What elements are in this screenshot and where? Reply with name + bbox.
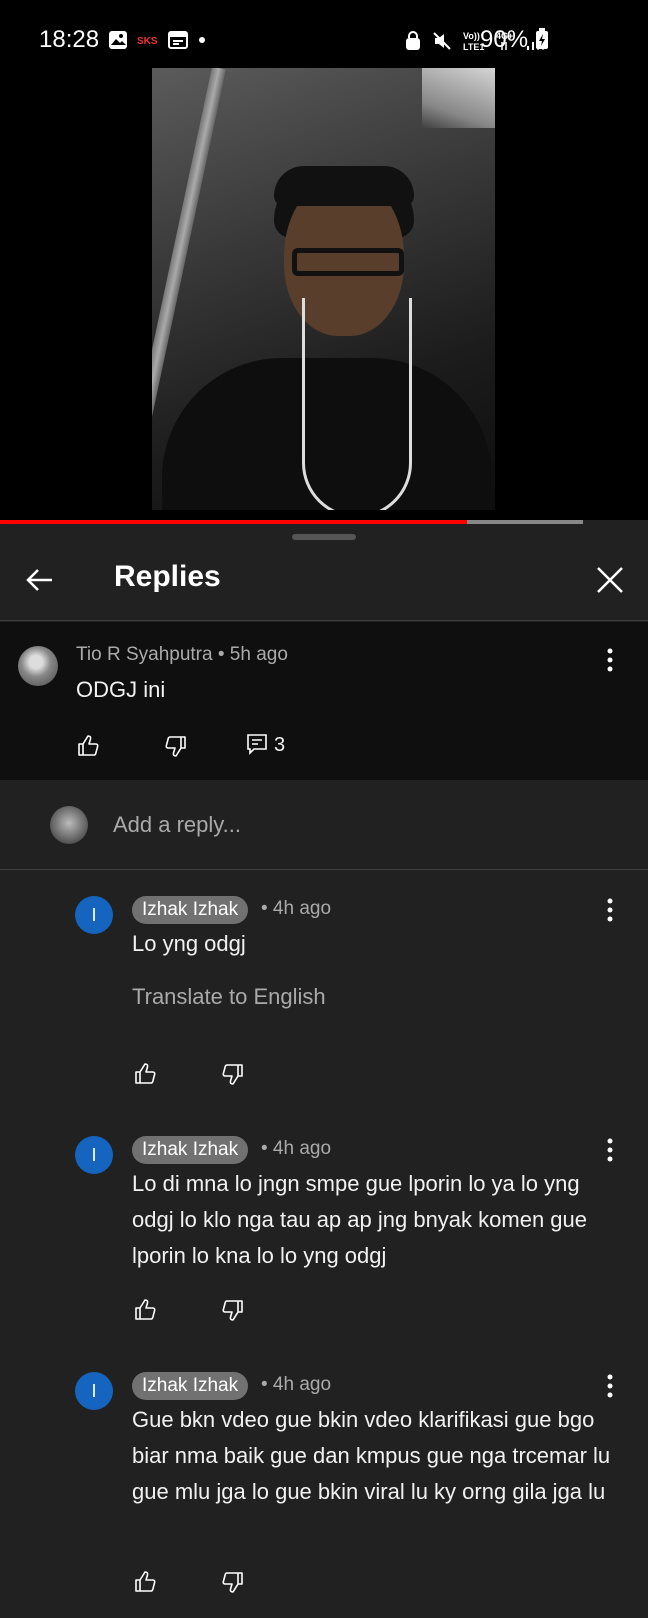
dislike-icon[interactable]	[221, 1062, 245, 1086]
svg-text:SKS: SKS	[137, 36, 158, 47]
video-player[interactable]	[0, 68, 648, 520]
comment-text: ODGJ ini	[76, 677, 166, 702]
comment-meta: Tio R Syahputra • 5h ago	[76, 644, 288, 666]
dot-icon	[199, 37, 205, 43]
reply-input[interactable]: Add a reply...	[113, 812, 241, 838]
user-avatar	[50, 806, 88, 844]
battery-indicator: 90%	[480, 26, 549, 54]
video-progress-bar[interactable]	[0, 520, 584, 524]
more-options-icon[interactable]	[607, 898, 613, 922]
add-reply-bar[interactable]: Add a reply...	[0, 780, 648, 870]
comment-author[interactable]: Tio R Syahputra	[76, 644, 213, 665]
close-icon[interactable]	[594, 564, 626, 596]
status-time: 18:28	[39, 26, 100, 53]
reply-count[interactable]: 3	[274, 734, 285, 757]
video-frame	[152, 68, 495, 510]
comment-time: • 5h ago	[217, 644, 288, 665]
parent-comment: Tio R Syahputra • 5h ago ODGJ ini 3	[0, 622, 648, 780]
comment-time: • 4h ago	[261, 898, 332, 919]
comment-text: Gue bkn vdeo gue bkin vdeo klarifikasi g…	[132, 1407, 611, 1504]
notification-icons: SKS	[108, 30, 207, 50]
svg-text:Vo)): Vo))	[463, 31, 480, 41]
mute-icon	[433, 32, 451, 50]
avatar[interactable]: I	[75, 896, 113, 934]
more-options-icon[interactable]	[607, 648, 613, 672]
status-bar: 18:28 SKS Vo)) LTE1 4G+ 90%	[0, 0, 648, 72]
reply-icon[interactable]	[245, 732, 269, 756]
comment-author-chip[interactable]: Izhak Izhak	[132, 1136, 249, 1164]
like-icon[interactable]	[133, 1062, 157, 1086]
page-title: Replies	[114, 560, 221, 593]
comment-text: Lo di mna lo jngn smpe gue lporin lo ya …	[132, 1171, 587, 1268]
more-options-icon[interactable]	[607, 1138, 613, 1162]
video-progress-played	[0, 520, 467, 524]
like-icon[interactable]	[133, 1570, 157, 1594]
avatar[interactable]	[18, 646, 58, 686]
gallery-icon	[109, 31, 127, 49]
dislike-icon[interactable]	[221, 1570, 245, 1594]
translate-link[interactable]: Translate to English	[132, 984, 326, 1010]
app-logo-icon: SKS	[137, 36, 158, 47]
comment-time: • 4h ago	[261, 1374, 332, 1395]
replies-sheet: Replies Tio R Syahputra • 5h ago ODGJ in…	[0, 526, 648, 1618]
calendar-icon	[168, 31, 188, 49]
battery-charging-icon	[535, 28, 548, 49]
avatar[interactable]: I	[75, 1136, 113, 1174]
dislike-icon[interactable]	[164, 734, 188, 758]
lock-rotation-icon	[406, 31, 420, 50]
like-icon[interactable]	[76, 734, 100, 758]
comment-author-chip[interactable]: Izhak Izhak	[132, 1372, 249, 1400]
comment-author-chip[interactable]: Izhak Izhak	[132, 896, 249, 924]
comment-text: Lo yng odgj	[132, 931, 246, 956]
battery-percent: 90%	[480, 26, 529, 53]
dislike-icon[interactable]	[221, 1298, 245, 1322]
comment-time: • 4h ago	[261, 1138, 332, 1159]
like-icon[interactable]	[133, 1298, 157, 1322]
replies-header: Replies	[0, 540, 648, 621]
avatar[interactable]: I	[75, 1372, 113, 1410]
back-arrow-icon[interactable]	[24, 564, 56, 596]
more-options-icon[interactable]	[607, 1374, 613, 1398]
